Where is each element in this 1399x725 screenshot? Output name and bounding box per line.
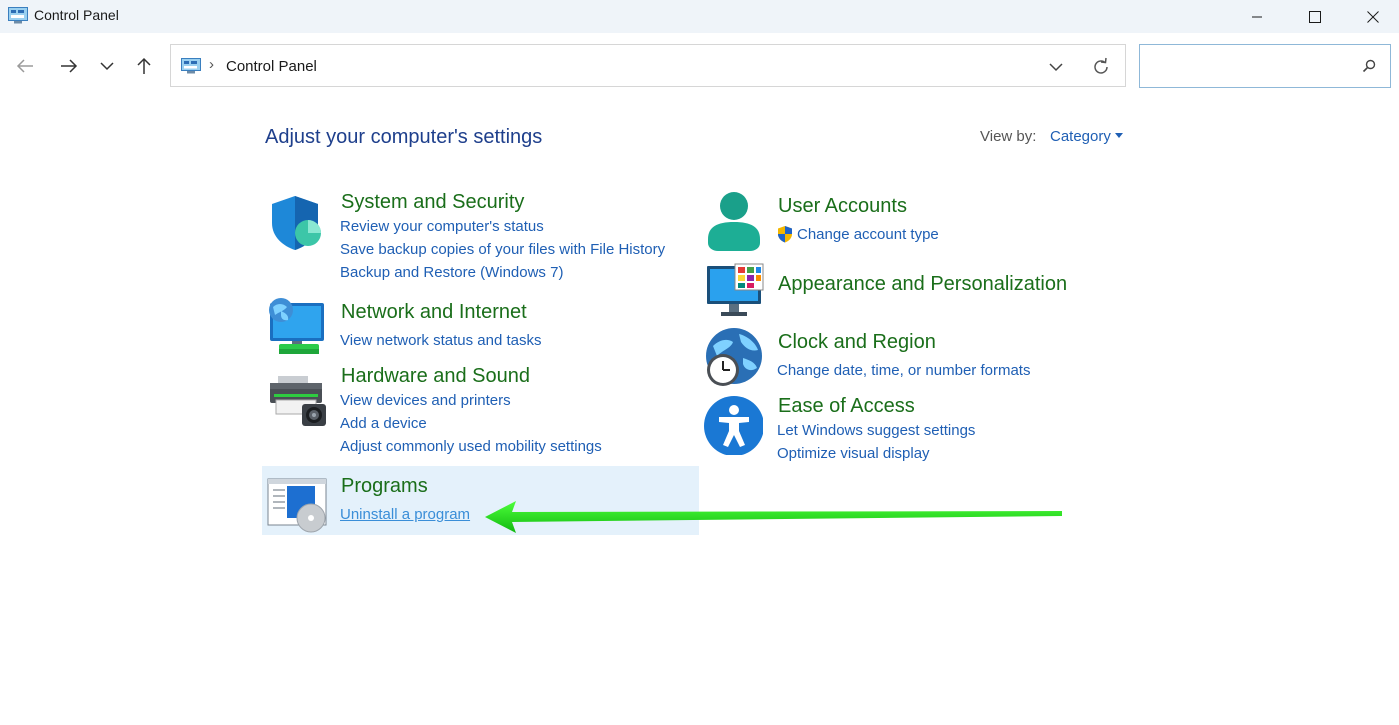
category-title-ease-of-access[interactable]: Ease of Access bbox=[778, 395, 915, 418]
link-network-status[interactable]: View network status and tasks bbox=[340, 332, 542, 349]
annotation-arrow-icon bbox=[485, 501, 1062, 533]
refresh-icon[interactable] bbox=[1091, 57, 1111, 77]
programs-icon[interactable] bbox=[267, 476, 327, 536]
search-input[interactable] bbox=[1139, 44, 1391, 88]
minimize-icon bbox=[1252, 16, 1262, 17]
category-title-network-internet[interactable]: Network and Internet bbox=[341, 301, 527, 324]
back-arrow-icon bbox=[16, 59, 33, 73]
link-backup-restore[interactable]: Backup and Restore (Windows 7) bbox=[340, 264, 563, 281]
network-icon[interactable] bbox=[267, 297, 327, 357]
maximize-button[interactable] bbox=[1286, 0, 1344, 33]
link-windows-suggest[interactable]: Let Windows suggest settings bbox=[777, 422, 975, 439]
minimize-button[interactable] bbox=[1228, 0, 1286, 33]
search-icon bbox=[1362, 59, 1376, 73]
user-icon[interactable] bbox=[705, 191, 765, 251]
chevron-down-icon[interactable] bbox=[1046, 58, 1066, 76]
view-by-label: View by: bbox=[980, 128, 1037, 145]
monitor-icon[interactable] bbox=[705, 262, 765, 322]
up-button[interactable] bbox=[130, 52, 158, 80]
category-title-hardware-sound[interactable]: Hardware and Sound bbox=[341, 365, 530, 388]
control-panel-icon bbox=[181, 58, 201, 74]
link-mobility-settings[interactable]: Adjust commonly used mobility settings bbox=[340, 438, 602, 455]
category-title-clock-region[interactable]: Clock and Region bbox=[778, 331, 936, 354]
control-panel-icon bbox=[8, 7, 28, 24]
uac-shield-icon bbox=[778, 226, 792, 243]
breadcrumb-control-panel[interactable]: Control Panel bbox=[226, 58, 317, 75]
printer-icon[interactable] bbox=[268, 370, 328, 430]
category-title-programs[interactable]: Programs bbox=[341, 475, 428, 498]
forward-button[interactable] bbox=[55, 52, 83, 80]
link-optimize-display[interactable]: Optimize visual display bbox=[777, 445, 930, 462]
link-add-device[interactable]: Add a device bbox=[340, 415, 427, 432]
link-file-history[interactable]: Save backup copies of your files with Fi… bbox=[340, 241, 665, 258]
link-date-time-formats[interactable]: Change date, time, or number formats bbox=[777, 362, 1030, 379]
link-change-account-type[interactable]: Change account type bbox=[797, 226, 939, 243]
forward-arrow-icon bbox=[61, 59, 78, 73]
address-bar[interactable]: › Control Panel bbox=[170, 44, 1126, 87]
link-uninstall-program[interactable]: Uninstall a program bbox=[340, 506, 470, 523]
accessibility-icon[interactable] bbox=[703, 395, 763, 455]
clock-globe-icon[interactable] bbox=[703, 328, 763, 388]
maximize-icon bbox=[1309, 10, 1321, 23]
recent-locations-button[interactable] bbox=[93, 52, 121, 80]
link-devices-printers[interactable]: View devices and printers bbox=[340, 392, 511, 409]
up-arrow-icon bbox=[137, 57, 151, 74]
close-icon bbox=[1367, 10, 1379, 23]
page-title: Adjust your computer's settings bbox=[265, 126, 543, 148]
chevron-down-icon bbox=[100, 62, 114, 71]
category-title-system-security[interactable]: System and Security bbox=[341, 191, 524, 214]
window-title: Control Panel bbox=[34, 7, 119, 23]
title-bar: Control Panel bbox=[0, 0, 1399, 33]
caret-down-icon[interactable] bbox=[1115, 133, 1123, 138]
view-by-dropdown[interactable]: Category bbox=[1050, 128, 1111, 145]
close-button[interactable] bbox=[1344, 0, 1399, 33]
back-button[interactable] bbox=[11, 52, 39, 80]
category-title-user-accounts[interactable]: User Accounts bbox=[778, 195, 907, 218]
category-title-appearance[interactable]: Appearance and Personalization bbox=[778, 273, 1067, 296]
shield-icon[interactable] bbox=[268, 193, 328, 253]
link-review-status[interactable]: Review your computer's status bbox=[340, 218, 544, 235]
breadcrumb-separator: › bbox=[209, 56, 214, 73]
